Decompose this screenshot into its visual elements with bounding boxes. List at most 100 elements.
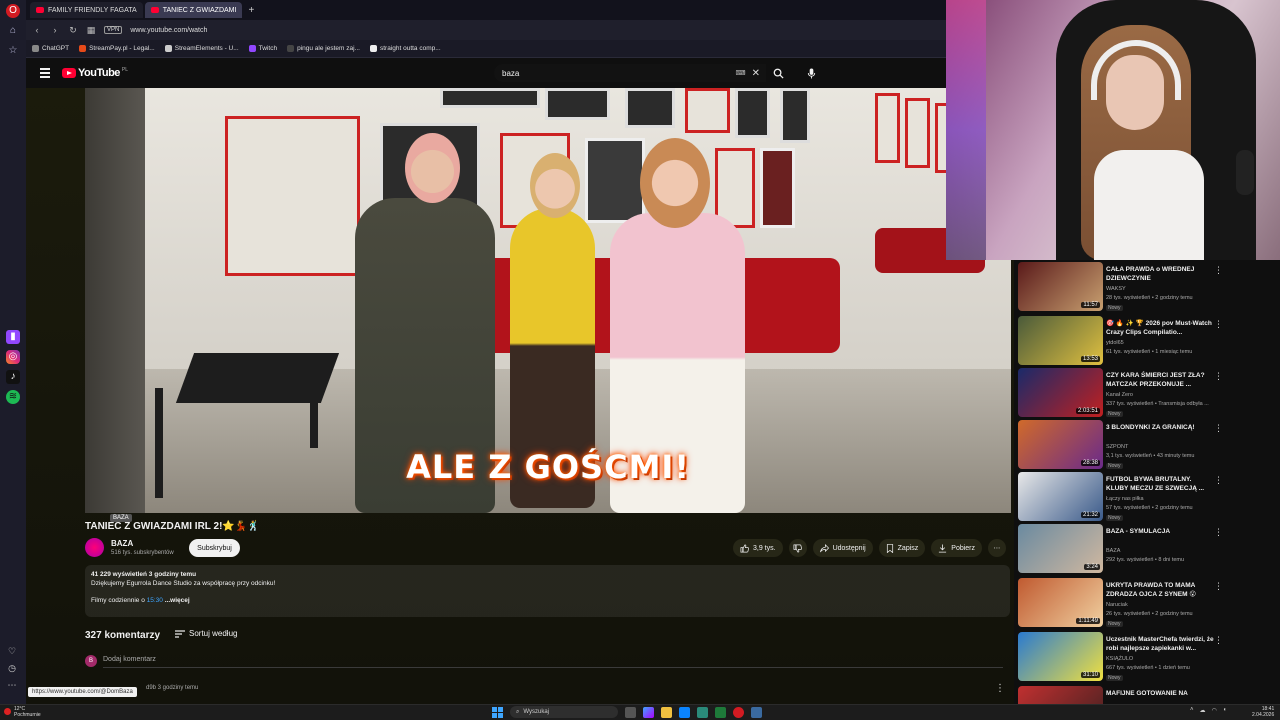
vpn-badge[interactable]: VPN: [104, 26, 123, 34]
excel-icon[interactable]: [715, 706, 726, 718]
star-icon[interactable]: ☆: [6, 44, 20, 58]
search-input[interactable]: baza ⌨ ✕: [494, 64, 766, 82]
recommendation-item[interactable]: MAFIJNE GOTOWANIE NA: [1018, 686, 1276, 704]
bookmark-item[interactable]: ChatGPT: [32, 45, 69, 52]
opera-logo-icon[interactable]: O: [6, 4, 20, 18]
copilot-icon[interactable]: [643, 706, 654, 718]
rec-menu-icon[interactable]: ⋮: [1214, 319, 1223, 330]
add-comment-input[interactable]: Dodaj komentarz: [103, 656, 156, 663]
calculator-icon[interactable]: [751, 706, 762, 718]
rec-menu-icon[interactable]: ⋮: [1214, 581, 1223, 592]
voice-search-button[interactable]: [802, 64, 820, 82]
dislike-button[interactable]: [788, 539, 807, 557]
recommendation-item[interactable]: 13:53 🎯 🔥 ✨ 🏆 2026 pov Must-Watch Crazy …: [1018, 316, 1276, 368]
menu-icon[interactable]: [40, 68, 50, 80]
tiktok-icon[interactable]: ♪: [6, 370, 20, 384]
rec-menu-icon[interactable]: ⋮: [1214, 265, 1223, 276]
timestamp-link[interactable]: 15:30: [147, 597, 163, 604]
home-icon[interactable]: ⌂: [6, 24, 20, 38]
cloud-icon[interactable]: ☁: [1200, 707, 1206, 714]
bookmark-item[interactable]: Twitch: [248, 45, 277, 52]
share-label: Udostępnij: [832, 544, 866, 552]
bookmark-favicon-icon: [248, 45, 256, 52]
recommendation-item[interactable]: 11:57 CAŁA PRAWDA o WREDNEJ DZIEWCZYNIE …: [1018, 262, 1276, 314]
wifi-icon[interactable]: ◠: [1212, 707, 1217, 714]
channel-name[interactable]: BAZA: [111, 539, 133, 548]
video-player[interactable]: ALE Z GOŚCMI!: [85, 88, 1011, 513]
rec-menu-icon[interactable]: ⋮: [1214, 527, 1223, 538]
history-icon[interactable]: ◷: [5, 663, 19, 674]
show-more-link[interactable]: ...więcej: [163, 597, 190, 604]
recommendation-item[interactable]: 21:32 FUTBOL BYWA BRUTALNY. KLUBY MECZU …: [1018, 472, 1276, 524]
share-button[interactable]: Udostępnij: [812, 539, 873, 557]
tab-family-friendly[interactable]: FAMILY FRIENDLY FAGATA: [30, 2, 143, 18]
bookmark-item[interactable]: StreamPay.pl - Legal...: [79, 45, 155, 52]
recommendation-item[interactable]: 1:11:49 UKRYTA PRAWDA TO MAMA ZDRADZA OJ…: [1018, 578, 1276, 630]
heart-icon[interactable]: ♡: [5, 646, 19, 657]
subscribe-button[interactable]: Subskrybuj: [189, 539, 240, 557]
store-icon[interactable]: [679, 706, 690, 718]
volume-icon[interactable]: ◖: [1223, 707, 1227, 714]
reload-icon[interactable]: ↻: [68, 25, 78, 36]
description-schedule: Filmy codziennie o 15:30 ...więcej: [91, 597, 1004, 604]
instagram-icon[interactable]: ◎: [6, 350, 20, 364]
rec-title: 🎯 🔥 ✨ 🏆 2026 pov Must-Watch Crazy Clips …: [1106, 320, 1212, 336]
twitch-icon[interactable]: ▮: [6, 330, 20, 344]
spotify-icon[interactable]: ≋: [6, 390, 20, 404]
comment-menu-icon[interactable]: ⋮: [995, 683, 1005, 694]
weather-desc: Pochmurnie: [14, 712, 41, 718]
recommendation-item[interactable]: 3:24 BAZA - SYMULACJA BAZA 292 tys. wyśw…: [1018, 524, 1276, 576]
grid-icon[interactable]: ▦: [86, 25, 96, 36]
rec-menu-icon[interactable]: ⋮: [1214, 635, 1223, 646]
rec-title: Uczestnik MasterChefa twierdzi, że robi …: [1106, 636, 1214, 652]
keyboard-icon[interactable]: ⌨: [736, 69, 746, 77]
bookmark-item[interactable]: pingu ale jestem zaj...: [287, 45, 360, 52]
search-button[interactable]: [766, 64, 790, 82]
rec-menu-icon[interactable]: ⋮: [1214, 371, 1223, 382]
youtube-header: YouTube PL baza ⌨ ✕: [26, 58, 946, 88]
weather-widget[interactable]: 12°C Pochmurnie: [14, 706, 41, 718]
bookmark-favicon-icon: [287, 45, 295, 52]
taskbar-search[interactable]: ⌕ Wyszukaj: [510, 706, 618, 718]
like-button[interactable]: 3,9 tys.: [733, 539, 783, 557]
task-view-icon[interactable]: [625, 706, 636, 718]
bookmark-item[interactable]: StreamElements - U...: [164, 45, 239, 52]
save-button[interactable]: Zapisz: [878, 539, 926, 557]
description-box[interactable]: 41 229 wyświetleń 3 godziny temu Dziękuj…: [85, 565, 1010, 617]
clock-date: 2.04.2026: [1252, 712, 1275, 718]
rec-duration: 21:32: [1080, 512, 1100, 518]
new-tab-button[interactable]: +: [244, 5, 258, 16]
url-field[interactable]: www.youtube.com/watch: [130, 27, 207, 34]
rec-meta: 667 tys. wyświetleń • 1 dzień temu: [1106, 665, 1190, 671]
recommendation-item[interactable]: 2:03:51 CZY KARA ŚMIERCI JEST ZŁA? MATCZ…: [1018, 368, 1276, 420]
file-explorer-icon[interactable]: [661, 706, 672, 718]
more-actions-button[interactable]: ⋯: [988, 539, 1007, 557]
opera-icon[interactable]: [733, 706, 744, 718]
rec-duration: 31:10: [1080, 672, 1100, 678]
tab-label: FAMILY FRIENDLY FAGATA: [48, 6, 137, 14]
edge-icon[interactable]: [697, 706, 708, 718]
rec-menu-icon[interactable]: ⋮: [1214, 423, 1223, 434]
tab-taniec[interactable]: TANIEC Z GWIAZDAMI: [144, 2, 243, 18]
more-icon[interactable]: ⋯: [5, 680, 19, 691]
download-button[interactable]: Pobierz: [931, 539, 983, 557]
comments-count: 327 komentarzy: [85, 630, 161, 641]
recommendation-item[interactable]: 31:10 Uczestnik MasterChefa twierdzi, że…: [1018, 632, 1276, 684]
back-icon[interactable]: ‹: [32, 25, 42, 35]
chevron-up-icon[interactable]: ˄: [1190, 707, 1194, 714]
windows-start-icon[interactable]: [492, 706, 503, 718]
forward-icon[interactable]: ›: [50, 25, 60, 35]
rec-meta: 292 tys. wyświetleń • 8 dni temu: [1106, 557, 1185, 563]
bookmark-favicon-icon: [32, 45, 39, 52]
clock[interactable]: 18:41 2.04.2026: [1252, 706, 1274, 718]
bookmark-item[interactable]: straight outta comp...: [369, 45, 441, 52]
weather-icon: [4, 708, 11, 715]
rec-menu-icon[interactable]: ⋮: [1214, 475, 1223, 486]
bookmark-label: StreamElements - U...: [174, 45, 239, 52]
clear-search-icon[interactable]: ✕: [752, 68, 760, 79]
poster-image: [585, 138, 645, 223]
channel-avatar[interactable]: [85, 538, 104, 557]
youtube-logo[interactable]: YouTube PL: [62, 67, 128, 79]
recommendation-item[interactable]: 28:38 3 BLONDYNKI ZA GRANICĄ! SZPONT 3,1…: [1018, 420, 1276, 472]
sort-comments-button[interactable]: Sortuj według: [175, 629, 237, 638]
